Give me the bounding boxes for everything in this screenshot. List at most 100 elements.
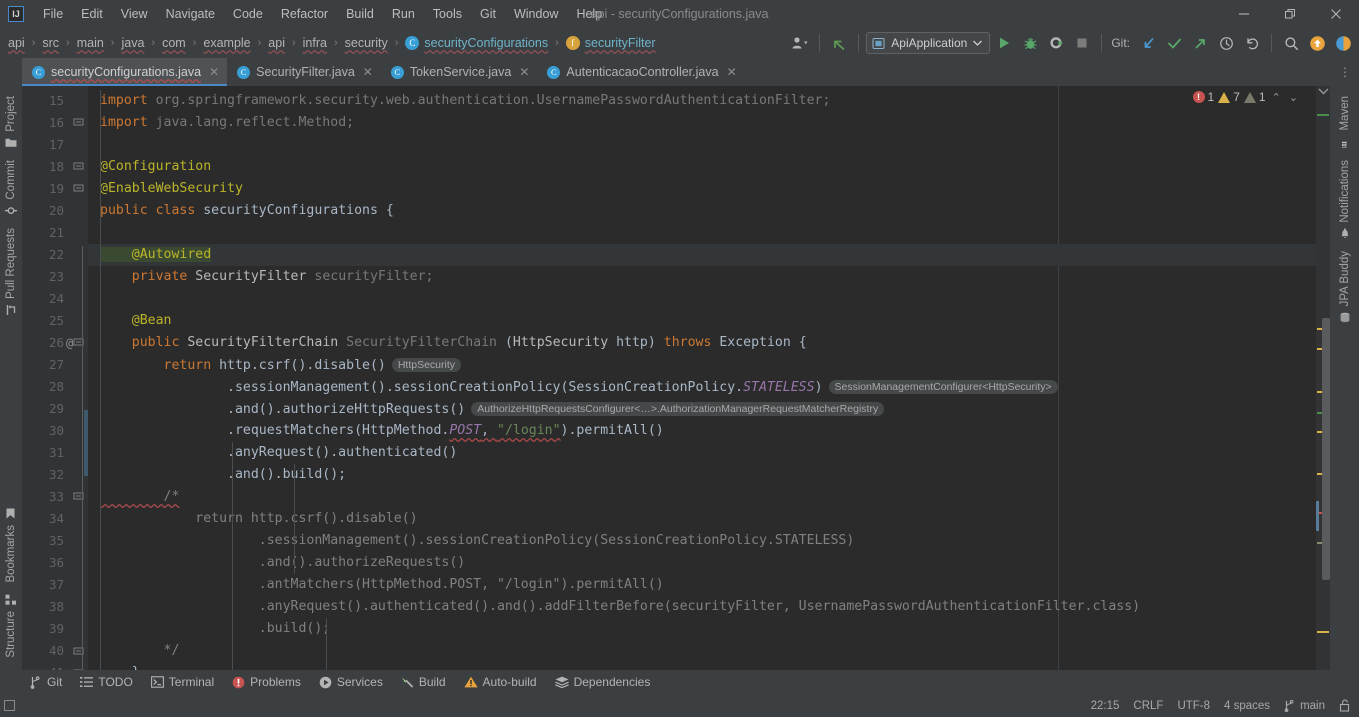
updates-available-badge[interactable] bbox=[1305, 31, 1329, 55]
gutter-line[interactable]: 16 bbox=[22, 112, 88, 134]
editor-tab[interactable]: C AutenticacaoController.java ✕ bbox=[537, 58, 744, 86]
code-editor[interactable]: 15 16 17 18 19 20 21 22 23 24 25 26 @27 28 29 30 31 32 33 3… bbox=[22, 86, 1330, 670]
gutter-line[interactable]: 33 bbox=[22, 486, 88, 508]
search-everywhere-button[interactable] bbox=[1279, 31, 1303, 55]
code-line[interactable]: return http.csrf().disable() bbox=[88, 508, 1316, 530]
maximize-icon[interactable] bbox=[1267, 0, 1313, 28]
code-line[interactable]: public SecurityFilterChain SecurityFilte… bbox=[88, 332, 1316, 354]
inspection-widget[interactable]: ! 1 7 1 ⌃ ⌄ bbox=[1192, 90, 1301, 104]
gutter-line[interactable]: 29 bbox=[22, 398, 88, 420]
gutter-line[interactable]: 17 bbox=[22, 134, 88, 156]
debug-button[interactable] bbox=[1018, 31, 1042, 55]
tab-close-icon[interactable]: ✕ bbox=[209, 65, 219, 79]
error-count[interactable]: ! 1 bbox=[1192, 90, 1214, 104]
gutter-line[interactable]: 30 bbox=[22, 420, 88, 442]
gutter-line[interactable]: 41 bbox=[22, 662, 88, 670]
menu-item-view[interactable]: View bbox=[112, 3, 157, 25]
gutter-line[interactable]: 40 bbox=[22, 640, 88, 662]
editor-tab[interactable]: C SecurityFilter.java ✕ bbox=[227, 58, 381, 86]
run-configuration-selector[interactable]: ApiApplication bbox=[866, 32, 991, 54]
warning-count[interactable]: 7 bbox=[1218, 90, 1240, 104]
run-coverage-button[interactable] bbox=[1044, 31, 1068, 55]
stop-button[interactable] bbox=[1070, 31, 1094, 55]
sidebar-item-structure[interactable]: Structure bbox=[3, 588, 19, 664]
breadcrumb-item-securityfilter[interactable]: f securityFilter bbox=[564, 34, 658, 52]
tab-close-icon[interactable]: ✕ bbox=[363, 65, 373, 79]
menu-item-refactor[interactable]: Refactor bbox=[272, 3, 337, 25]
run-button[interactable] bbox=[992, 31, 1016, 55]
code-line[interactable]: @EnableWebSecurity bbox=[88, 178, 1316, 200]
bottom-tool-build[interactable]: Build bbox=[393, 673, 454, 691]
gutter-line[interactable]: 23 bbox=[22, 266, 88, 288]
gutter-line[interactable]: 22 bbox=[22, 244, 88, 266]
menu-item-window[interactable]: Window bbox=[505, 3, 567, 25]
inlay-type-hint[interactable]: SessionManagementConfigurer<HttpSecurity… bbox=[828, 380, 1058, 394]
breadcrumb-item-java[interactable]: java bbox=[119, 34, 146, 52]
previous-problem-button[interactable]: ⌃ bbox=[1270, 91, 1283, 104]
gutter-line[interactable]: 28 bbox=[22, 376, 88, 398]
code-line[interactable]: @Configuration bbox=[88, 156, 1316, 178]
bottom-tool-auto-build[interactable]: Auto-build bbox=[456, 673, 545, 691]
back-arrow-icon[interactable] bbox=[827, 31, 851, 55]
sidebar-item-maven[interactable]: m Maven bbox=[1337, 90, 1353, 154]
minimize-icon[interactable] bbox=[1221, 0, 1267, 28]
gutter-line[interactable]: 15 bbox=[22, 90, 88, 112]
gutter-line[interactable]: 35 bbox=[22, 530, 88, 552]
caret-position[interactable]: 22:15 bbox=[1091, 700, 1120, 712]
git-rollback-button[interactable] bbox=[1240, 31, 1264, 55]
code-line[interactable]: /* bbox=[88, 486, 1316, 508]
unlocked-icon[interactable] bbox=[1339, 699, 1351, 712]
gutter-line[interactable]: 25 bbox=[22, 310, 88, 332]
sidebar-item-bookmarks[interactable]: Bookmarks bbox=[3, 502, 19, 589]
code-line[interactable]: .antMatchers(HttpMethod.POST, "/login").… bbox=[88, 574, 1316, 596]
code-line[interactable]: .and().authorizeHttpRequests() AuthorizeH… bbox=[88, 398, 1316, 420]
menu-item-tools[interactable]: Tools bbox=[424, 3, 471, 25]
memory-indicator-icon[interactable] bbox=[4, 700, 15, 711]
editor-tab[interactable]: CsecurityConfigurations.java ✕ bbox=[22, 58, 228, 86]
breadcrumb-item-api[interactable]: api bbox=[6, 34, 27, 52]
git-history-button[interactable] bbox=[1214, 31, 1238, 55]
line-separator[interactable]: CRLF bbox=[1133, 700, 1163, 712]
gutter-line[interactable]: 19 bbox=[22, 178, 88, 200]
code-line[interactable] bbox=[88, 288, 1316, 310]
code-line[interactable]: public class securityConfigurations { bbox=[88, 200, 1316, 222]
sidebar-item-jpa-buddy[interactable]: JPA Buddy bbox=[1337, 245, 1353, 329]
breadcrumb-item-main[interactable]: main bbox=[75, 34, 106, 52]
code-line[interactable]: .anyRequest().authenticated() bbox=[88, 442, 1316, 464]
gutter-line[interactable]: 27 bbox=[22, 354, 88, 376]
menu-item-build[interactable]: Build bbox=[337, 3, 383, 25]
gutter-line[interactable]: 34 bbox=[22, 508, 88, 530]
gutter-line[interactable]: 20 bbox=[22, 200, 88, 222]
gutter-line[interactable]: 31 bbox=[22, 442, 88, 464]
gutter-line[interactable]: 37 bbox=[22, 574, 88, 596]
tab-close-icon[interactable]: ✕ bbox=[519, 65, 529, 79]
close-icon[interactable] bbox=[1313, 0, 1359, 28]
indent-setting[interactable]: 4 spaces bbox=[1224, 700, 1270, 712]
sidebar-item-notifications[interactable]: Notifications bbox=[1337, 154, 1353, 246]
gutter-line[interactable]: 39 bbox=[22, 618, 88, 640]
menu-item-git[interactable]: Git bbox=[471, 3, 505, 25]
menu-item-help[interactable]: Help bbox=[567, 3, 611, 25]
code-line[interactable]: @Bean bbox=[88, 310, 1316, 332]
git-update-button[interactable] bbox=[1136, 31, 1160, 55]
gutter-line[interactable]: 38 bbox=[22, 596, 88, 618]
code-line[interactable]: import java.lang.reflect.Method; bbox=[88, 112, 1316, 134]
inlay-type-hint[interactable]: HttpSecurity bbox=[391, 358, 462, 372]
bottom-tool-services[interactable]: Services bbox=[311, 673, 391, 691]
file-encoding[interactable]: UTF-8 bbox=[1177, 700, 1210, 712]
code-text[interactable]: import org.springframework.security.web.… bbox=[88, 86, 1316, 670]
tab-close-icon[interactable]: ✕ bbox=[727, 65, 737, 79]
editor-tab[interactable]: C TokenService.java ✕ bbox=[381, 58, 538, 86]
menu-item-file[interactable]: File bbox=[34, 3, 72, 25]
code-line[interactable]: .sessionManagement().sessionCreationPoli… bbox=[88, 376, 1316, 398]
git-branch-widget[interactable]: main bbox=[1284, 699, 1325, 712]
code-fold-toggle[interactable] bbox=[73, 161, 84, 172]
bottom-tool-problems[interactable]: Problems bbox=[224, 673, 309, 691]
sidebar-item-pull-requests[interactable]: Pull Requests bbox=[3, 222, 19, 322]
git-commit-button[interactable] bbox=[1162, 31, 1186, 55]
scroll-up-icon[interactable] bbox=[1318, 88, 1329, 95]
gutter-line[interactable]: 26 @ bbox=[22, 332, 88, 354]
breadcrumb-item-infra[interactable]: infra bbox=[301, 34, 329, 52]
breadcrumb-item-api[interactable]: api bbox=[266, 34, 287, 52]
menu-item-edit[interactable]: Edit bbox=[72, 3, 112, 25]
